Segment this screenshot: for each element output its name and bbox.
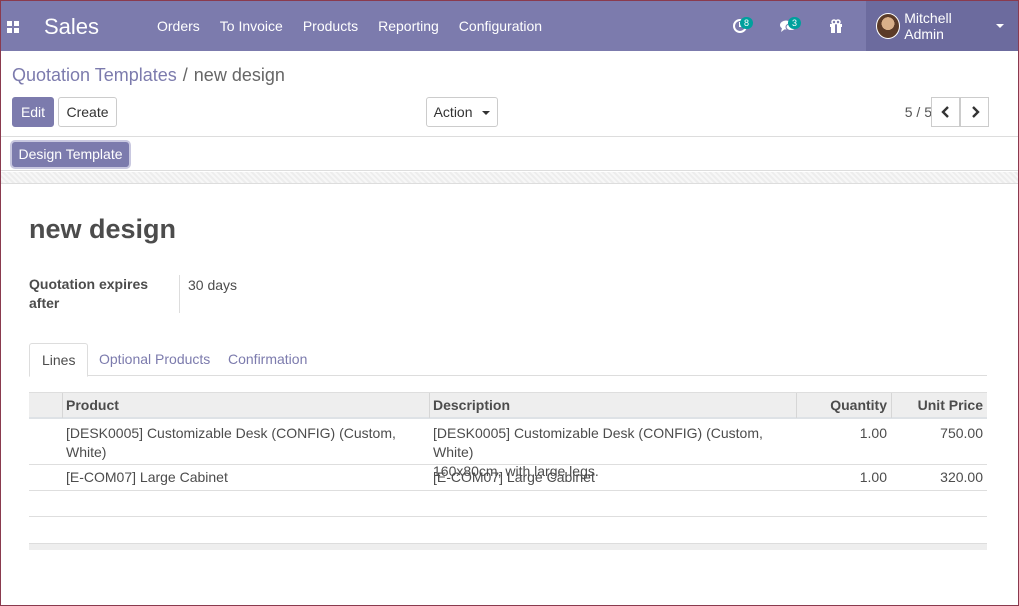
column-header-unit-price[interactable]: Unit Price	[891, 393, 987, 418]
field-separator	[179, 275, 180, 313]
quotation-expires-label: Quotation expires after	[29, 276, 149, 311]
action-label: Action	[433, 104, 473, 120]
breadcrumb-parent-link[interactable]: Quotation Templates	[12, 65, 177, 85]
tab-confirmation[interactable]: Confirmation	[216, 343, 319, 376]
sheet-background	[1, 172, 1018, 184]
breadcrumb-current: new design	[193, 65, 285, 85]
main-menu: Orders To Invoice Products Reporting Con…	[147, 1, 552, 51]
notebook-tabs: Lines Optional Products Confirmation	[29, 343, 987, 377]
pager-next-button[interactable]	[960, 97, 989, 127]
user-name: Mitchell Admin	[904, 10, 952, 42]
tab-optional-products[interactable]: Optional Products	[87, 343, 222, 376]
row-unit-price: 750.00	[940, 425, 983, 441]
top-navbar: Sales Orders To Invoice Products Reporti…	[1, 1, 1018, 51]
create-button[interactable]: Create	[58, 97, 117, 127]
empty-table-row	[29, 491, 987, 517]
menu-reporting[interactable]: Reporting	[368, 1, 449, 51]
window-frame: Sales Orders To Invoice Products Reporti…	[0, 0, 1019, 606]
activity-button[interactable]: 8	[716, 1, 764, 51]
table-header: Product Description Quantity Unit Price	[29, 392, 987, 419]
gift-icon	[830, 19, 842, 33]
messages-badge: 3	[788, 17, 802, 29]
user-menu[interactable]: Mitchell Admin	[866, 1, 1018, 51]
table-footer	[29, 543, 987, 550]
systray: 8 3 Mitchell Admin	[716, 1, 1018, 51]
edit-button[interactable]: Edit	[12, 97, 54, 127]
messages-button[interactable]: 3	[764, 1, 812, 51]
menu-to-invoice[interactable]: To Invoice	[210, 1, 293, 51]
row-unit-price: 320.00	[940, 469, 983, 485]
row-quantity: 1.00	[859, 425, 887, 441]
breadcrumb-separator: /	[182, 65, 188, 85]
chevron-right-icon	[971, 106, 980, 118]
row-quantity: 1.00	[859, 469, 887, 485]
menu-products[interactable]: Products	[293, 1, 368, 51]
column-header-quantity[interactable]: Quantity	[796, 393, 891, 418]
record-title[interactable]: new design	[29, 214, 176, 245]
lines-table: Product Description Quantity Unit Price …	[29, 392, 987, 550]
column-header-product[interactable]: Product	[62, 393, 123, 418]
quotation-expires-value[interactable]: 30 days	[188, 277, 237, 293]
row-description: [E-COM07] Large Cabinet	[433, 469, 595, 485]
table-row[interactable]: [E-COM07] Large Cabinet [E-COM07] Large …	[29, 465, 987, 491]
control-panel: Quotation Templates / new design Edit Crea…	[1, 51, 1018, 137]
activity-badge: 8	[740, 17, 754, 29]
action-dropdown[interactable]: Action	[426, 97, 498, 127]
user-avatar	[876, 13, 901, 39]
menu-orders[interactable]: Orders	[147, 1, 210, 51]
tab-lines[interactable]: Lines	[29, 343, 89, 377]
row-product: [E-COM07] Large Cabinet	[66, 469, 228, 485]
row-description-line: [DESK0005] Customizable Desk (CONFIG) (C…	[433, 425, 763, 460]
menu-configuration[interactable]: Configuration	[449, 1, 552, 51]
status-bar: Design Template	[1, 138, 1018, 171]
chevron-left-icon	[940, 106, 949, 118]
pager-previous-button[interactable]	[931, 97, 960, 127]
form-sheet: new design Quotation expires after 30 da…	[1, 185, 1018, 605]
caret-down-icon	[482, 111, 491, 116]
gift-button[interactable]	[812, 1, 860, 51]
app-name[interactable]: Sales	[44, 14, 99, 40]
column-header-description[interactable]: Description	[429, 393, 514, 418]
table-row[interactable]: [DESK0005] Customizable Desk (CONFIG) (C…	[29, 419, 987, 479]
breadcrumb: Quotation Templates / new design	[12, 65, 285, 86]
row-product: [DESK0005] Customizable Desk (CONFIG) (C…	[66, 425, 396, 460]
design-template-button[interactable]: Design Template	[12, 142, 129, 167]
apps-menu-icon[interactable]	[7, 21, 19, 33]
caret-down-icon	[996, 24, 1004, 28]
pager-value[interactable]: 5 / 5	[905, 104, 932, 120]
